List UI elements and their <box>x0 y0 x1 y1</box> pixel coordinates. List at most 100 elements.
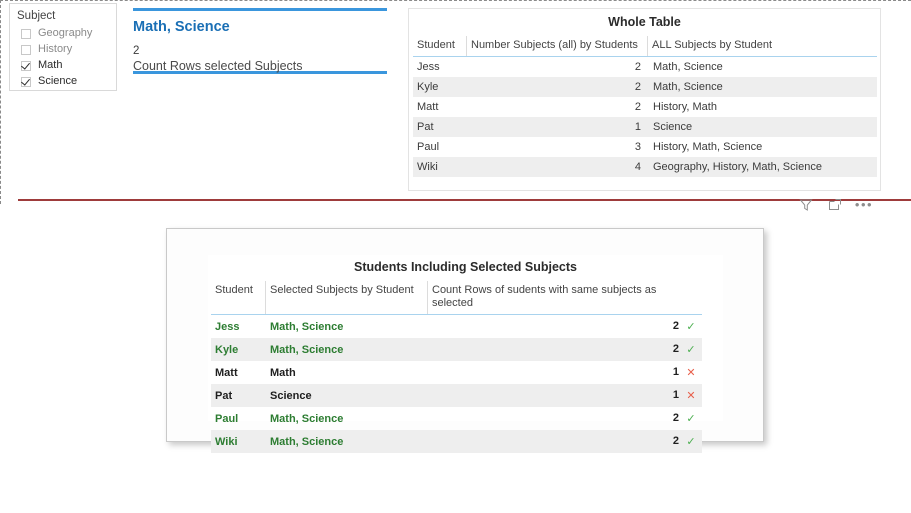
table-row[interactable]: Jess Math, Science 2 ✓ <box>211 315 702 339</box>
cell-all-subjects: Science <box>653 121 693 133</box>
table-row[interactable]: Kyle Math, Science 2 ✓ <box>211 338 702 361</box>
cell-all-subjects: Geography, History, Math, Science <box>653 161 822 173</box>
cell-student: Kyle <box>215 343 239 356</box>
check-icon: ✓ <box>686 321 696 333</box>
count-value: 2 <box>672 320 679 332</box>
cell-all-subjects: History, Math, Science <box>653 141 763 153</box>
count-value: 2 <box>672 435 679 447</box>
cell-number-subjects: 1 <box>634 121 641 133</box>
cell-student: Matt <box>417 101 439 113</box>
column-header-count-rows[interactable]: Count Rows of sudents with same subjects… <box>427 281 702 315</box>
table-row[interactable]: Pat 1 Science <box>413 117 877 137</box>
count-value: 1 <box>672 366 679 378</box>
table-row[interactable]: Wiki 4 Geography, History, Math, Science <box>413 157 877 177</box>
slicer-item-label: Science <box>38 75 78 87</box>
page-selection-border-left <box>0 0 1 204</box>
cell-selected-subjects: Math, Science <box>270 320 344 333</box>
selected-subjects-card[interactable]: Math, Science 2 Count Rows selected Subj… <box>133 8 387 74</box>
table-row[interactable]: Paul 3 History, Math, Science <box>413 137 877 157</box>
visual-action-bar: ••• <box>798 197 872 213</box>
cell-student: Matt <box>215 366 238 379</box>
table-row[interactable]: Paul Math, Science 2 ✓ <box>211 407 702 430</box>
cross-icon: ✕ <box>686 367 696 379</box>
column-header-student[interactable]: Student <box>211 281 266 315</box>
checkbox-icon[interactable] <box>21 44 31 55</box>
table-row[interactable]: Matt 2 History, Math <box>413 97 877 117</box>
table-row[interactable]: Matt Math 1 ✕ <box>211 361 702 384</box>
filter-icon[interactable] <box>798 197 814 213</box>
cell-count-rows: 2 ✓ <box>428 407 702 430</box>
slicer-item-math[interactable]: Math <box>17 58 116 73</box>
cell-number-subjects: 2 <box>634 101 641 113</box>
subject-slicer[interactable]: Subject Geography History Math Science <box>9 3 117 91</box>
slicer-item-label: History <box>38 43 73 55</box>
checkbox-icon[interactable] <box>21 60 31 71</box>
cell-student: Wiki <box>215 435 238 448</box>
cell-student: Paul <box>417 141 440 153</box>
cell-all-subjects: Math, Science <box>653 61 723 73</box>
cell-count-rows: 1 ✕ <box>428 384 702 407</box>
cell-count-rows: 2 ✓ <box>428 315 702 339</box>
check-icon: ✓ <box>686 344 696 356</box>
whole-table[interactable]: Student Number Subjects (all) by Student… <box>413 36 877 177</box>
checkbox-icon[interactable] <box>21 28 31 39</box>
section-divider <box>18 199 911 201</box>
selected-subjects-table[interactable]: Student Selected Subjects by Student Cou… <box>211 281 702 453</box>
selected-table-title: Students Including Selected Subjects <box>354 260 577 274</box>
column-header-student[interactable]: Student <box>413 36 467 57</box>
cell-student: Wiki <box>417 161 438 173</box>
slicer-item-label: Geography <box>38 27 93 39</box>
cell-number-subjects: 3 <box>634 141 641 153</box>
table-header-row: Student Number Subjects (all) by Student… <box>413 36 877 57</box>
cross-icon: ✕ <box>686 390 696 402</box>
cell-selected-subjects: Math, Science <box>270 435 344 448</box>
table-row[interactable]: Pat Science 1 ✕ <box>211 384 702 407</box>
column-header-number-subjects[interactable]: Number Subjects (all) by Students <box>466 36 648 57</box>
cell-student: Jess <box>417 61 440 73</box>
column-header-selected-subjects[interactable]: Selected Subjects by Student <box>265 281 428 315</box>
checkbox-icon[interactable] <box>21 76 31 87</box>
selected-subjects-table-body: Jess Math, Science 2 ✓ Kyle Math, Science 2 ✓ Ma… <box>211 315 702 453</box>
focus-mode-container: Students Including Selected Subjects Stu… <box>166 228 764 453</box>
table-row[interactable]: Jess 2 Math, Science <box>413 57 877 78</box>
count-value: 1 <box>672 389 679 401</box>
cell-count-rows: 1 ✕ <box>428 361 702 384</box>
count-value: 2 <box>672 343 679 355</box>
table-header-row: Student Selected Subjects by Student Cou… <box>211 281 702 315</box>
page-selection-border-top <box>0 0 911 1</box>
cell-selected-subjects: Math <box>270 366 296 379</box>
focus-mode-icon[interactable] <box>827 197 843 213</box>
slicer-item-geography[interactable]: Geography <box>17 26 116 41</box>
cell-number-subjects: 2 <box>634 81 641 93</box>
cell-student: Kyle <box>417 81 439 93</box>
cell-all-subjects: Math, Science <box>653 81 723 93</box>
whole-table-visual[interactable]: Whole Table Student Number Subjects (all… <box>408 8 881 191</box>
count-value: 2 <box>672 412 679 424</box>
slicer-item-label: Math <box>38 59 63 71</box>
cell-student: Jess <box>215 320 240 333</box>
cell-count-rows: 2 ✓ <box>428 338 702 361</box>
cell-student: Paul <box>215 412 239 425</box>
slicer-item-science[interactable]: Science <box>17 74 116 89</box>
card-title: Math, Science <box>133 19 230 35</box>
slicer-item-list: Geography History Math Science <box>17 26 116 89</box>
slicer-title: Subject <box>17 10 56 22</box>
cell-selected-subjects: Science <box>270 389 312 402</box>
cell-student: Pat <box>215 389 233 402</box>
whole-table-title: Whole Table <box>608 15 681 29</box>
cell-student: Pat <box>417 121 434 133</box>
cell-number-subjects: 2 <box>634 61 641 73</box>
table-row[interactable]: Wiki Math, Science 2 ✓ <box>211 430 702 453</box>
more-options-icon[interactable]: ••• <box>855 197 872 213</box>
table-row[interactable]: Kyle 2 Math, Science <box>413 77 877 97</box>
whole-table-body: Jess 2 Math, Science Kyle 2 Math, Science Matt… <box>413 57 877 177</box>
card-caption: Count Rows selected Subjects <box>133 59 303 73</box>
column-header-all-subjects[interactable]: ALL Subjects by Student <box>647 36 877 57</box>
slicer-item-history[interactable]: History <box>17 42 116 57</box>
cell-count-rows: 2 ✓ <box>428 430 702 453</box>
cell-selected-subjects: Math, Science <box>270 343 344 356</box>
card-value: 2 <box>133 45 140 57</box>
cell-all-subjects: History, Math <box>653 101 717 113</box>
selected-subjects-visual[interactable]: Students Including Selected Subjects Stu… <box>208 255 723 453</box>
check-icon: ✓ <box>686 413 696 425</box>
